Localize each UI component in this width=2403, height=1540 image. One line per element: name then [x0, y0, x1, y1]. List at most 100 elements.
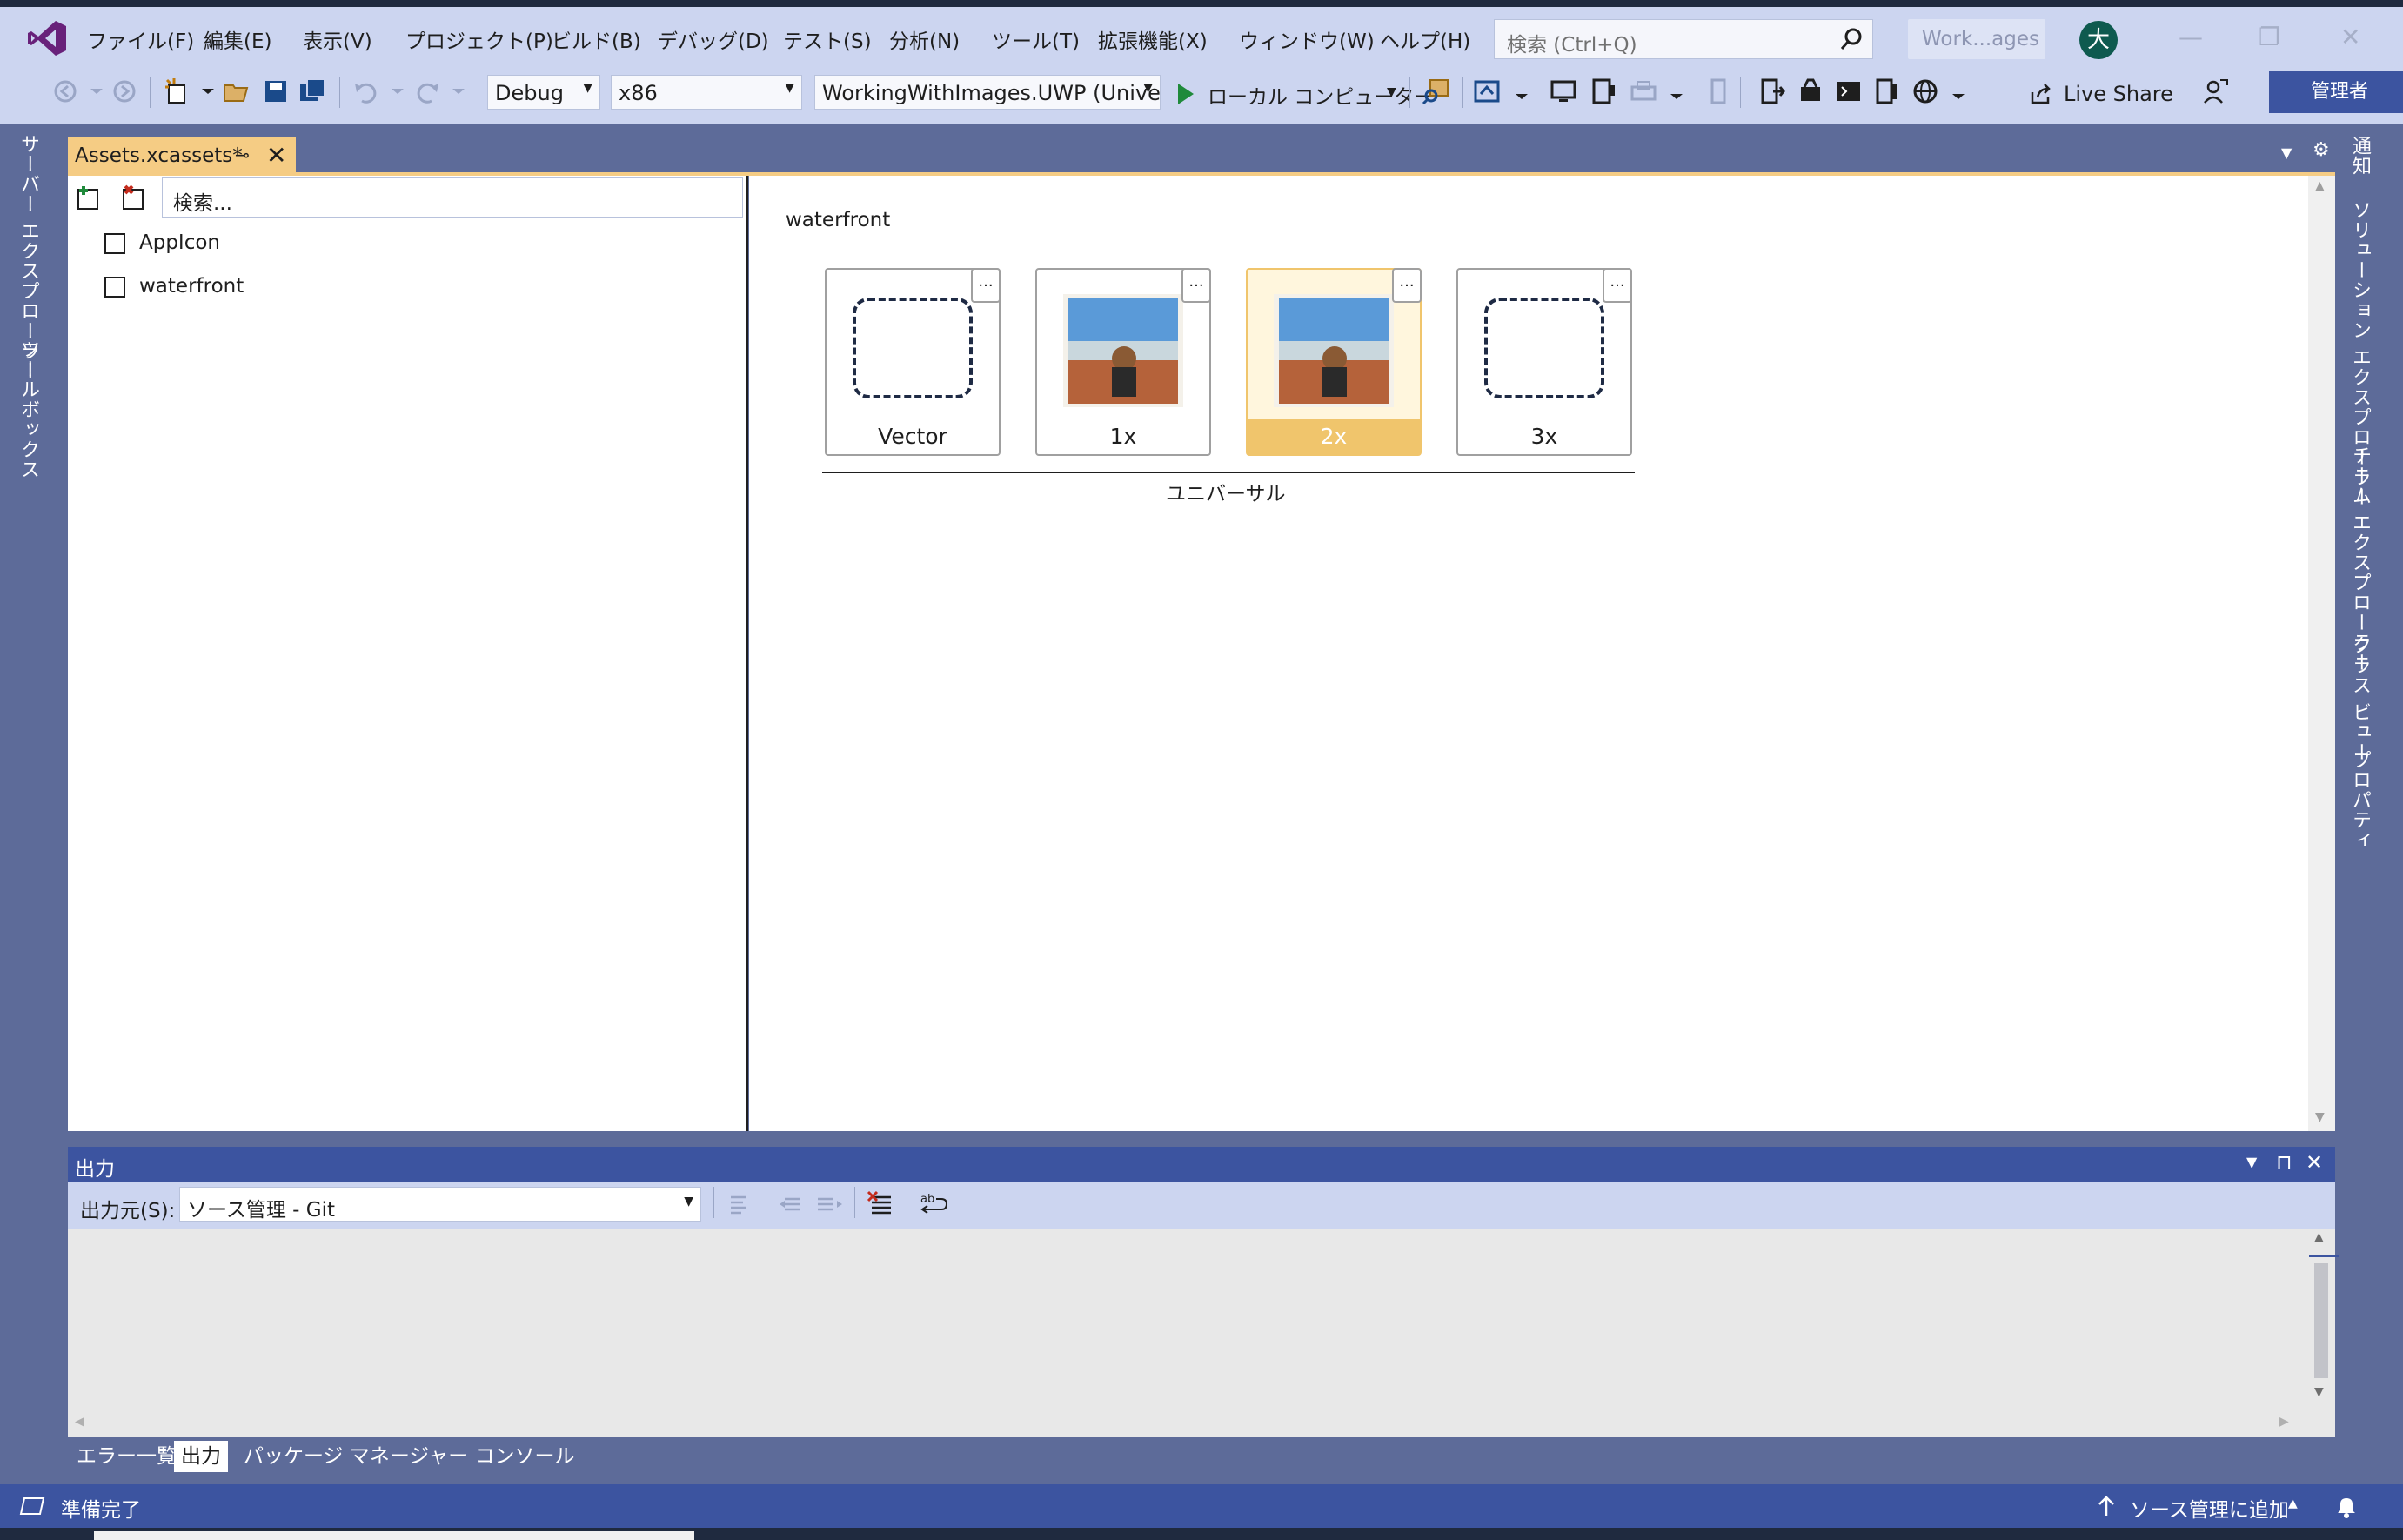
menu-edit[interactable]: 編集(E)	[204, 24, 271, 54]
visual-studio-logo-icon[interactable]	[26, 19, 68, 57]
device-dropdown-icon[interactable]	[1507, 77, 1536, 106]
checkbox[interactable]	[104, 277, 125, 298]
back-dropdown-icon[interactable]	[82, 77, 111, 106]
package-icon[interactable]	[1796, 77, 1825, 106]
clear-all-icon[interactable]	[867, 1190, 896, 1220]
menu-help[interactable]: ヘルプ(H)	[1380, 24, 1470, 54]
undo-icon[interactable]	[351, 77, 381, 106]
scroll-left-icon[interactable]: ◀	[75, 1415, 84, 1429]
tablet-icon[interactable]	[1589, 77, 1618, 106]
quick-search-input[interactable]: 検索 (Ctrl+Q)	[1494, 19, 1873, 59]
scroll-up-icon[interactable]: ▲	[2315, 179, 2325, 193]
asset-search-input[interactable]: 検索...	[162, 177, 743, 218]
scroll-down-icon[interactable]: ▼	[2314, 1385, 2324, 1399]
find-in-files-icon[interactable]	[1422, 77, 1451, 106]
slot-menu-button[interactable]: ...	[1181, 268, 1211, 303]
chevron-up-icon[interactable]: ▲	[2288, 1496, 2298, 1510]
save-icon[interactable]	[261, 77, 291, 106]
undo-dropdown-icon[interactable]	[383, 77, 412, 106]
new-project-dropdown-icon[interactable]	[193, 77, 223, 106]
output-vertical-scrollbar[interactable]: ▲ ▼	[2307, 1229, 2339, 1437]
image-slot-vector[interactable]: ... Vector	[825, 268, 1001, 456]
menu-project[interactable]: プロジェクト(P)	[405, 24, 553, 54]
export-icon[interactable]	[1757, 77, 1787, 106]
next-message-icon[interactable]	[814, 1190, 844, 1220]
output-text-area[interactable]	[68, 1229, 2335, 1437]
close-pane-icon[interactable]: ✕	[2306, 1150, 2323, 1175]
previous-message-icon[interactable]	[778, 1190, 807, 1220]
slot-menu-button[interactable]: ...	[1603, 268, 1632, 303]
tab-package-manager-console[interactable]: パッケージ マネージャー コンソール	[237, 1441, 582, 1472]
phone-icon[interactable]	[1704, 77, 1733, 106]
overflow-dropdown-icon[interactable]	[1944, 77, 1973, 106]
output-window-icon[interactable]	[19, 1495, 45, 1517]
tab-assets-xcassets[interactable]: Assets.xcassets* ⊸ ✕	[68, 137, 296, 174]
properties-tab[interactable]: プロパティ	[2346, 750, 2373, 850]
start-debugging-button[interactable]: ローカル コンピューター ▼	[1175, 78, 1434, 113]
globe-icon[interactable]	[1911, 77, 1940, 106]
back-icon[interactable]	[50, 77, 80, 106]
notifications-tab[interactable]: 通知	[2346, 136, 2373, 176]
restore-icon[interactable]: ❐	[2259, 23, 2280, 51]
printer-dropdown-icon[interactable]	[1662, 77, 1691, 106]
checkbox[interactable]	[104, 233, 125, 254]
editor-vertical-scrollbar[interactable]: ▲ ▼	[2308, 176, 2335, 1131]
tab-output[interactable]: 出力	[174, 1441, 228, 1472]
minimize-icon[interactable]: —	[2179, 23, 2203, 51]
notification-bell-icon[interactable]	[2333, 1493, 2359, 1519]
device-home-icon[interactable]	[1472, 77, 1502, 106]
pin-icon[interactable]: ⊓	[2276, 1150, 2293, 1175]
menu-extensions[interactable]: 拡張機能(X)	[1098, 24, 1208, 54]
gear-icon[interactable]: ⚙	[2313, 139, 2330, 161]
add-to-source-control-button[interactable]: ソース管理に追加	[2130, 1493, 2289, 1523]
terminal-icon[interactable]	[1834, 77, 1864, 106]
menu-view[interactable]: 表示(V)	[303, 24, 372, 54]
add-asset-icon[interactable]	[73, 183, 104, 214]
save-all-icon[interactable]	[298, 77, 327, 106]
tab-list-dropdown-icon[interactable]: ▼	[2281, 144, 2292, 161]
image-slot-2x[interactable]: ... 2x	[1246, 268, 1422, 456]
menu-tools[interactable]: ツール(T)	[992, 24, 1080, 54]
menu-build[interactable]: ビルド(B)	[552, 24, 641, 54]
window-position-dropdown-icon[interactable]: ▼	[2246, 1154, 2257, 1170]
forward-icon[interactable]	[110, 77, 139, 106]
redo-icon[interactable]	[412, 77, 442, 106]
image-slot-1x[interactable]: ... 1x	[1035, 268, 1211, 456]
startup-project-select[interactable]: WorkingWithImages.UWP (Univers ▼	[814, 75, 1161, 110]
feedback-person-icon[interactable]	[2201, 77, 2231, 106]
word-wrap-icon[interactable]: ab	[919, 1190, 948, 1220]
menu-test[interactable]: テスト(S)	[783, 24, 872, 54]
toolbox-tab[interactable]: ツールボックス	[14, 339, 42, 479]
scroll-up-icon[interactable]: ▲	[2314, 1230, 2324, 1244]
image-slot-3x[interactable]: ... 3x	[1456, 268, 1632, 456]
solution-configuration-select[interactable]: Debug ▼	[487, 75, 600, 110]
remove-asset-icon[interactable]	[118, 183, 150, 214]
find-message-icon[interactable]	[726, 1190, 755, 1220]
menu-debug[interactable]: デバッグ(D)	[658, 24, 769, 54]
solution-name-badge[interactable]: Work...ages	[1908, 19, 2045, 59]
close-window-icon[interactable]: ✕	[2340, 23, 2360, 51]
menu-window[interactable]: ウィンドウ(W)	[1239, 24, 1375, 54]
list-item-appicon[interactable]: AppIcon	[104, 231, 365, 258]
desktop-icon[interactable]	[1549, 77, 1578, 106]
output-source-select[interactable]: ソース管理 - Git ▼	[179, 1187, 701, 1222]
book-icon[interactable]	[1872, 77, 1902, 106]
pin-icon[interactable]: ⊸	[235, 144, 250, 165]
tab-error-list[interactable]: エラー一覧	[70, 1441, 184, 1472]
redo-dropdown-icon[interactable]	[444, 77, 473, 106]
new-project-icon[interactable]	[162, 77, 191, 106]
open-folder-icon[interactable]	[221, 77, 251, 106]
menu-analyze[interactable]: 分析(N)	[889, 24, 960, 54]
menu-file[interactable]: ファイル(F)	[87, 24, 194, 54]
close-tab-icon[interactable]: ✕	[266, 141, 286, 170]
class-view-tab[interactable]: クラス ビュー	[2346, 635, 2373, 762]
admin-button[interactable]: 管理者	[2269, 71, 2403, 113]
printer-icon[interactable]	[1629, 77, 1658, 106]
solution-platform-select[interactable]: x86 ▼	[611, 75, 802, 110]
avatar[interactable]: 大	[2079, 21, 2118, 59]
scroll-thumb[interactable]	[2314, 1263, 2328, 1378]
slot-menu-button[interactable]: ...	[1392, 268, 1422, 303]
slot-menu-button[interactable]: ...	[971, 268, 1001, 303]
list-item-waterfront[interactable]: waterfront	[104, 275, 365, 301]
scroll-down-icon[interactable]: ▼	[2315, 1110, 2325, 1124]
